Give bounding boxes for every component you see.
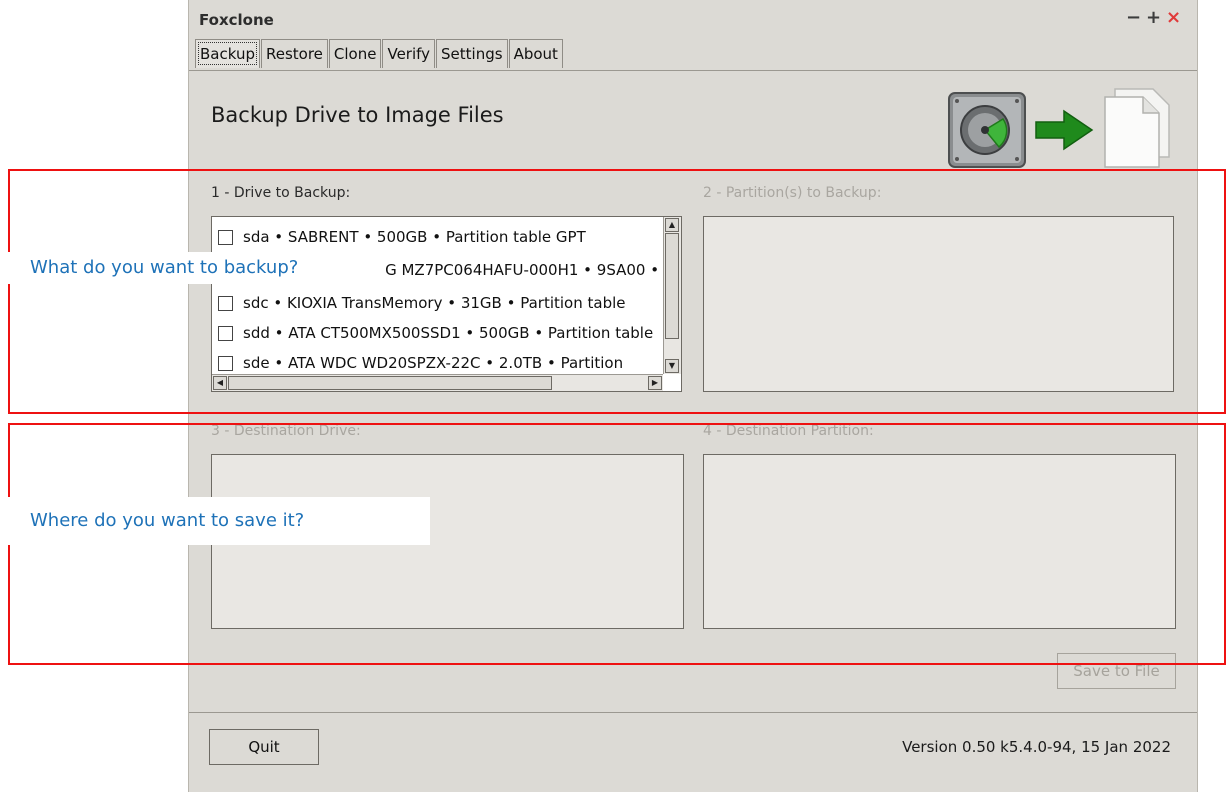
tab-about[interactable]: About <box>508 39 563 68</box>
quit-button[interactable]: Quit <box>209 729 319 765</box>
backup-question-callout: What do you want to backup? <box>0 252 386 284</box>
drive-checkbox[interactable] <box>218 325 233 341</box>
drive-label: sdd • ATA CT500MX500SSD1 • 500GB • Parti… <box>243 324 654 342</box>
green-arrow-icon <box>1035 109 1094 151</box>
drive-label: sdc • KIOXIA TransMemory • 31GB • Partit… <box>243 294 626 312</box>
drive-label: sde • ATA WDC WD20SPZX-22C • 2.0TB • Par… <box>243 354 624 372</box>
tab-backup[interactable]: Backup <box>195 39 260 68</box>
foxclone-window: Foxclone − + × Backup Restore Clone Veri… <box>188 0 1198 792</box>
drive-row[interactable]: sde • ATA WDC WD20SPZX-22C • 2.0TB • Par… <box>218 351 623 375</box>
scroll-left-icon[interactable]: ◀ <box>213 376 227 390</box>
partitions-to-backup-label: 2 - Partition(s) to Backup: <box>703 185 882 201</box>
destination-partition-list[interactable] <box>703 454 1176 629</box>
save-to-file-button[interactable]: Save to File <box>1057 653 1176 689</box>
title-bar: Foxclone − + × <box>189 0 1197 40</box>
tab-bar: Backup Restore Clone Verify Settings Abo… <box>195 39 564 70</box>
scrollbar-thumb[interactable] <box>228 376 552 390</box>
destination-partition-label: 4 - Destination Partition: <box>703 423 874 439</box>
drive-checkbox[interactable] <box>218 295 233 311</box>
drive-to-backup-label: 1 - Drive to Backup: <box>211 185 351 201</box>
scroll-down-icon[interactable]: ▼ <box>665 359 679 373</box>
drive-checkbox[interactable] <box>218 355 233 371</box>
drive-row[interactable]: sdd • ATA CT500MX500SSD1 • 500GB • Parti… <box>218 321 653 345</box>
tab-restore[interactable]: Restore <box>260 39 328 68</box>
minimize-icon[interactable]: − <box>1126 7 1141 28</box>
drive-row[interactable]: sdc • KIOXIA TransMemory • 31GB • Partit… <box>218 291 626 315</box>
drive-label: sda • SABRENT • 500GB • Partition table … <box>243 228 586 246</box>
divider <box>189 712 1197 713</box>
vertical-scrollbar[interactable]: ▲ ▼ <box>663 217 681 374</box>
scroll-right-icon[interactable]: ▶ <box>648 376 662 390</box>
scrollbar-thumb[interactable] <box>665 233 679 339</box>
document-files-icon <box>1104 88 1170 168</box>
tab-settings[interactable]: Settings <box>436 39 508 68</box>
close-icon[interactable]: × <box>1166 7 1181 28</box>
scroll-up-icon[interactable]: ▲ <box>665 218 679 232</box>
backup-panel: Backup Drive to Image Files 1 - Drive to… <box>189 70 1197 793</box>
maximize-icon[interactable]: + <box>1146 7 1161 28</box>
hard-drive-icon <box>948 92 1026 168</box>
drive-row[interactable]: sda • SABRENT • 500GB • Partition table … <box>218 225 586 249</box>
save-question-callout: Where do you want to save it? <box>0 497 430 545</box>
tab-verify[interactable]: Verify <box>382 39 436 68</box>
drive-checkbox[interactable] <box>218 229 233 245</box>
version-label: Version 0.50 k5.4.0-94, 15 Jan 2022 <box>902 738 1171 756</box>
page-title: Backup Drive to Image Files <box>211 103 504 127</box>
drive-list[interactable]: sda • SABRENT • 500GB • Partition table … <box>211 216 682 392</box>
destination-drive-label: 3 - Destination Drive: <box>211 423 361 439</box>
tab-clone[interactable]: Clone <box>328 39 382 68</box>
window-title: Foxclone <box>199 11 274 29</box>
horizontal-scrollbar[interactable]: ◀ ▶ <box>212 374 663 391</box>
partition-list[interactable] <box>703 216 1174 392</box>
